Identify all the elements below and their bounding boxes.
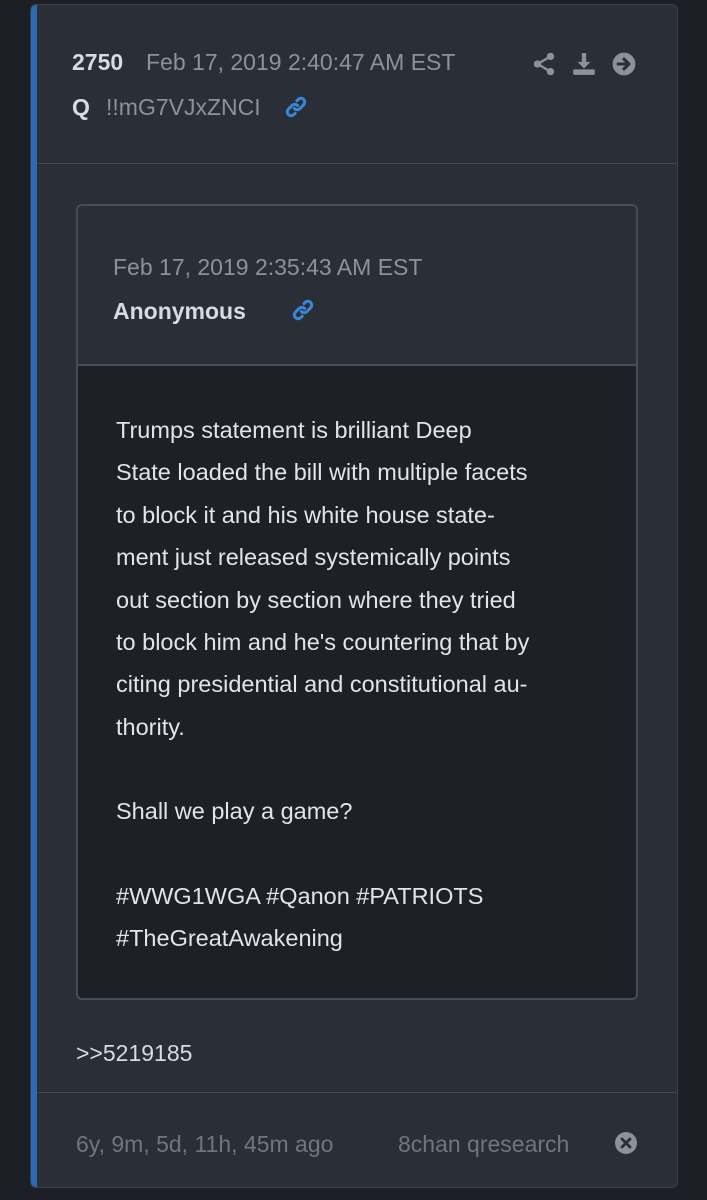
share-icon[interactable] — [531, 51, 557, 77]
post-actions — [531, 49, 637, 79]
link-icon[interactable] — [290, 297, 316, 323]
post-header: 2750 Feb 17, 2019 2:40:47 AM EST Q !!mG7… — [37, 5, 677, 164]
quoted-post-body: Trumps statement is brilliant Deep State… — [116, 409, 616, 959]
page: 2750 Feb 17, 2019 2:40:47 AM EST Q !!mG7… — [0, 0, 707, 1200]
quoted-post-datetime: Feb 17, 2019 2:35:43 AM EST — [113, 254, 423, 280]
quoted-post-header: Feb 17, 2019 2:35:43 AM EST Anonymous — [78, 206, 636, 366]
quoted-post-paragraph: Shall we play a game? — [116, 798, 353, 825]
quoted-post: Feb 17, 2019 2:35:43 AM EST Anonymous Tr… — [76, 204, 638, 1000]
post-tripcode: !!mG7VJxZNCI — [106, 94, 261, 120]
download-icon[interactable] — [571, 51, 597, 77]
post-card: 2750 Feb 17, 2019 2:40:47 AM EST Q !!mG7… — [30, 4, 678, 1188]
post-author: Q — [72, 94, 90, 120]
post-age: 6y, 9m, 5d, 11h, 45m ago — [76, 1131, 334, 1157]
arrow-right-circle-icon[interactable] — [611, 51, 637, 77]
post-datetime: Feb 17, 2019 2:40:47 AM EST — [146, 49, 456, 75]
quoted-post-paragraph: #WWG1WGA #Qanon #PATRIOTS #TheGreatAwake… — [116, 882, 484, 952]
close-circle-icon[interactable] — [614, 1131, 638, 1155]
post-footer: 6y, 9m, 5d, 11h, 45m ago 8chan qresearch — [37, 1092, 677, 1187]
reply-reference-link[interactable]: >>5219185 — [76, 1040, 192, 1067]
quoted-post-paragraph: Trumps statement is brilliant Deep State… — [116, 417, 530, 740]
link-icon[interactable] — [283, 94, 309, 120]
quoted-post-author: Anonymous — [113, 298, 246, 324]
board-name[interactable]: 8chan qresearch — [398, 1131, 569, 1158]
post-accent-bar — [31, 5, 37, 1187]
post-number[interactable]: 2750 — [72, 49, 123, 76]
